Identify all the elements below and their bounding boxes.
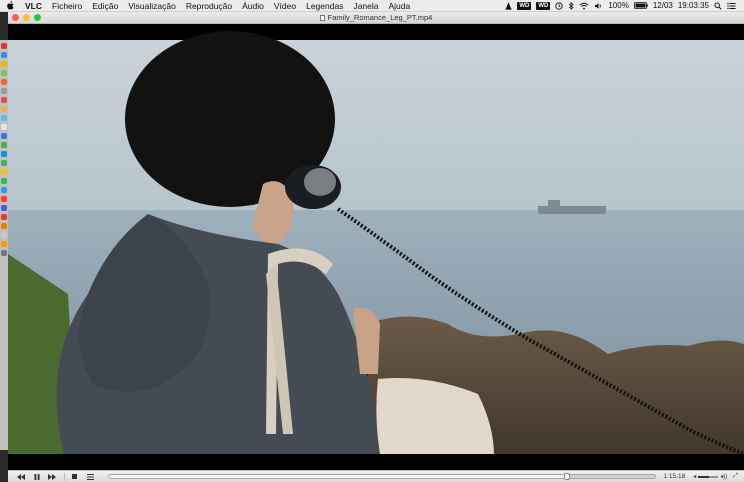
dock-app-icon[interactable] (0, 106, 7, 112)
window-title: Family_Romance_Leg_PT.mp4 (8, 12, 744, 24)
bluetooth-icon[interactable] (568, 1, 574, 10)
progress-knob[interactable] (564, 473, 571, 480)
document-icon (319, 15, 325, 21)
dock-app-icon[interactable] (0, 205, 7, 211)
dock-app-icon[interactable] (0, 97, 7, 103)
dock-app-icon[interactable] (0, 88, 7, 94)
control-separator (64, 472, 66, 481)
volume-control: ◂ ◂)) (693, 473, 727, 480)
dock-app-icon[interactable] (0, 133, 7, 139)
dock-app-icon[interactable] (0, 196, 7, 202)
spotlight-search-icon[interactable] (714, 1, 722, 10)
dock-app-icon[interactable] (0, 169, 7, 175)
playlist-icon[interactable] (84, 472, 98, 482)
volume-high-icon[interactable]: ◂)) (720, 473, 727, 480)
fullscreen-icon[interactable]: ⤢ (733, 473, 738, 480)
wifi-icon[interactable] (579, 2, 589, 10)
volume-fill (698, 475, 710, 478)
dock (0, 40, 8, 450)
menu-app-name[interactable]: VLC (20, 0, 47, 12)
window-titlebar[interactable]: Family_Romance_Leg_PT.mp4 (8, 12, 744, 24)
menu-reproducao[interactable]: Reprodução (181, 0, 237, 12)
dock-app-icon[interactable] (0, 124, 7, 130)
video-frame[interactable] (8, 24, 744, 470)
dock-app-icon[interactable] (0, 214, 7, 220)
vlc-cone-icon[interactable] (505, 1, 512, 10)
dock-app-icon[interactable] (0, 61, 7, 67)
menu-edicao[interactable]: Edição (87, 0, 123, 12)
menu-video[interactable]: Vídeo (269, 0, 301, 12)
dock-app-icon[interactable] (0, 160, 7, 166)
menu-janela[interactable]: Janela (348, 0, 383, 12)
progress-bar[interactable] (107, 473, 656, 480)
notification-center-icon[interactable] (727, 2, 736, 10)
dock-app-icon[interactable] (0, 232, 7, 238)
progress-fill (108, 475, 568, 478)
video-image (8, 24, 744, 470)
volume-low-icon[interactable]: ◂ (693, 473, 696, 480)
dock-app-icon[interactable] (0, 70, 7, 76)
vlc-window: Family_Romance_Leg_PT.mp4 1:15:18 ◂ ◂)) … (8, 12, 744, 482)
dock-app-icon[interactable] (0, 142, 7, 148)
dock-app-icon[interactable] (0, 241, 7, 247)
dock-app-icon[interactable] (0, 52, 7, 58)
dock-app-icon[interactable] (0, 250, 7, 256)
menu-audio[interactable]: Áudio (237, 0, 269, 12)
clock-date[interactable]: 12/03 (653, 0, 673, 12)
menu-ficheiro[interactable]: Ficheiro (47, 0, 87, 12)
fast-forward-icon[interactable] (45, 472, 59, 482)
battery-icon[interactable] (633, 2, 648, 9)
dock-app-icon[interactable] (0, 178, 7, 184)
time-machine-icon[interactable] (555, 1, 564, 10)
rewind-icon[interactable] (14, 472, 28, 482)
menu-legendas[interactable]: Legendas (301, 0, 348, 12)
wd-drive-icon[interactable]: WD (517, 1, 532, 10)
dock-app-icon[interactable] (0, 187, 7, 193)
stop-icon[interactable] (68, 472, 82, 482)
menu-visualizacao[interactable]: Visualização (123, 0, 181, 12)
pause-icon[interactable] (30, 472, 44, 482)
dock-app-icon[interactable] (0, 115, 7, 121)
battery-percent[interactable]: 100% (608, 0, 628, 12)
menu-bar: VLC Ficheiro Edição Visualização Reprodu… (0, 0, 744, 12)
wd-drive-icon-2[interactable]: WD (536, 1, 551, 10)
menu-ajuda[interactable]: Ajuda (384, 0, 416, 12)
dock-app-icon[interactable] (0, 79, 7, 85)
dock-app-icon[interactable] (0, 151, 7, 157)
playback-controls: 1:15:18 ◂ ◂)) ⤢ (8, 470, 744, 482)
volume-icon[interactable] (594, 2, 603, 10)
window-title-text: Family_Romance_Leg_PT.mp4 (327, 13, 433, 22)
volume-slider[interactable] (698, 475, 719, 478)
clock-time[interactable]: 19:03:35 (678, 0, 709, 12)
dock-app-icon[interactable] (0, 43, 7, 49)
elapsed-time[interactable]: 1:15:18 (664, 473, 686, 480)
apple-logo-icon[interactable] (4, 1, 16, 11)
dock-app-icon[interactable] (0, 223, 7, 229)
